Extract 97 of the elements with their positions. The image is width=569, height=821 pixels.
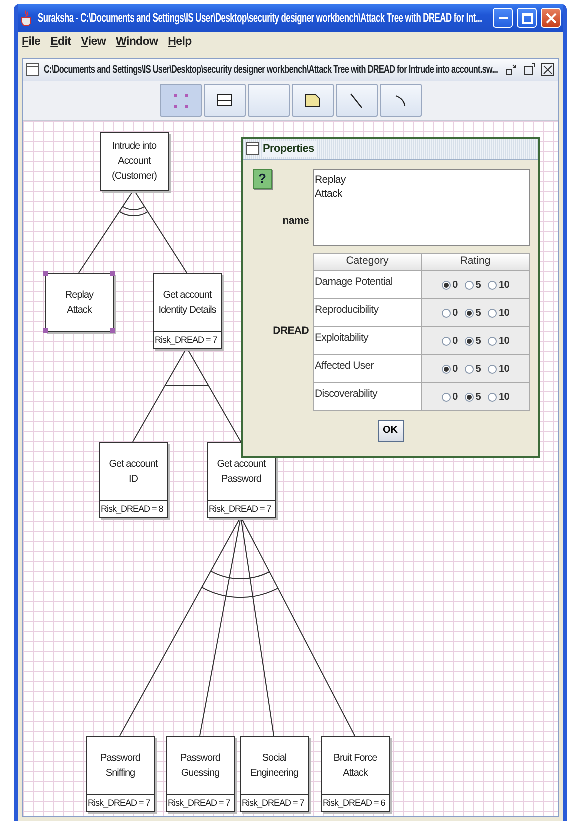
radio-button[interactable] — [464, 281, 474, 290]
menu-item[interactable]: View — [81, 34, 106, 52]
selection-handle[interactable] — [43, 328, 48, 333]
tree-node[interactable]: Password Guessing Risk_DREAD = 7 — [166, 736, 235, 812]
radio-button[interactable] — [488, 309, 497, 318]
table-cell: Exploitability — [314, 326, 422, 354]
tree-node[interactable]: Social Engineering Risk_DREAD = 7 — [240, 736, 309, 812]
menu-item[interactable]: Help — [168, 34, 192, 52]
field-label: DREAD — [272, 324, 309, 339]
maximize-icon — [522, 12, 532, 24]
radio-button[interactable] — [442, 393, 451, 402]
node-label: Password Sniffing — [100, 752, 142, 780]
radio-button[interactable] — [488, 365, 497, 374]
line-icon — [350, 92, 363, 108]
java-cup-icon — [20, 10, 34, 26]
tree-node[interactable]: Replay Attack — [45, 273, 114, 332]
note-icon — [304, 94, 320, 108]
node-label: Password Guessing — [180, 752, 222, 780]
help-button[interactable]: ? — [253, 169, 272, 189]
tree-node[interactable]: Get account Identity Details Risk_DREAD = 7 — [153, 273, 222, 349]
radio-label: 10 — [499, 363, 510, 378]
field-label: name — [282, 214, 309, 229]
radio-label: 10 — [499, 307, 510, 322]
tree-node[interactable]: Bruit Force Attack Risk_DREAD = 6 — [321, 736, 390, 812]
select-handles-icon — [174, 94, 188, 108]
window-title: Suraksha - C:\Documents and Settings\IS User\Desktop\security designer workbench\Attack Tree with DREAD for Int... — [38, 10, 482, 27]
risk-label: Risk_DREAD = 7 — [241, 794, 308, 811]
radio-button[interactable] — [442, 337, 451, 346]
close-icon — [546, 12, 556, 24]
node-label: Get account ID — [108, 458, 160, 486]
ok-button[interactable]: OK — [378, 420, 404, 442]
maximize-button[interactable] — [523, 63, 537, 77]
selection-handle[interactable] — [43, 271, 48, 276]
menu-item[interactable]: File — [22, 34, 41, 52]
tree-node[interactable]: Password Sniffing Risk_DREAD = 7 — [86, 736, 155, 812]
document-title: C:\Documents and Settings\IS User\Desktop\security designer workbench\Attack Tree with DREAD for Intrude into account.sw... — [44, 62, 498, 78]
menu-item[interactable]: Window — [116, 34, 158, 52]
risk-label: Risk_DREAD = 6 — [322, 794, 389, 811]
selection-handle[interactable] — [110, 271, 115, 276]
radio-button[interactable] — [464, 393, 474, 402]
radio-button[interactable] — [488, 281, 497, 290]
radio-label: 10 — [499, 335, 510, 350]
column-header: Rating — [422, 254, 530, 270]
radio-button[interactable] — [464, 365, 474, 374]
radio-label: 5 — [476, 335, 481, 350]
table-cell: Damage Potential — [314, 270, 422, 298]
node-label: Get account Identity Details — [158, 288, 218, 318]
risk-label: Risk_DREAD = 7 — [154, 331, 221, 348]
risk-label: Risk_DREAD = 7 — [208, 500, 275, 517]
radio-label: 0 — [452, 307, 458, 322]
dialog-title: Properties — [263, 140, 318, 158]
close-icon — [541, 63, 555, 77]
risk-label: Risk_DREAD = 7 — [167, 794, 234, 811]
risk-label: Risk_DREAD = 8 — [100, 500, 167, 517]
radio-label: 0 — [452, 363, 458, 378]
restore-icon — [505, 63, 519, 77]
radio-label: 5 — [476, 363, 481, 378]
radio-button[interactable] — [488, 393, 497, 402]
radio-label: 10 — [499, 391, 510, 406]
menu-item[interactable]: Edit — [50, 34, 72, 52]
minimize-icon — [498, 17, 508, 19]
risk-label: Risk_DREAD = 7 — [87, 794, 154, 811]
tool-button[interactable] — [204, 84, 246, 117]
restore-button[interactable] — [505, 63, 519, 77]
table-cell: Discoverability — [314, 382, 422, 410]
radio-button[interactable] — [442, 365, 451, 374]
node-label: Bruit Force Attack — [332, 752, 378, 780]
node-label: Get account Password — [216, 458, 268, 486]
radio-label: 0 — [452, 391, 458, 406]
node-box-icon — [216, 94, 232, 107]
radio-label: 5 — [476, 307, 481, 322]
arc-icon — [395, 94, 406, 106]
tree-node[interactable]: Get account ID Risk_DREAD = 8 — [99, 442, 168, 518]
maximize-icon — [523, 63, 537, 77]
radio-label: 10 — [499, 279, 510, 294]
selection-handle[interactable] — [110, 328, 115, 333]
table-cell: Affected User — [314, 354, 422, 382]
radio-button[interactable] — [464, 337, 474, 346]
window-icon — [26, 63, 40, 77]
radio-label: 5 — [476, 391, 481, 406]
radio-button[interactable] — [464, 309, 474, 318]
window-icon — [246, 142, 260, 156]
tree-node[interactable]: Intrude into Account (Customer) — [100, 132, 169, 191]
radio-button[interactable] — [442, 281, 451, 290]
radio-button[interactable] — [488, 337, 497, 346]
node-label: Social Engineering — [250, 752, 300, 780]
column-header: Category — [314, 254, 422, 270]
table-cell: Reproducibility — [314, 298, 422, 326]
radio-label: 0 — [452, 279, 458, 294]
name-field[interactable]: Replay Attack — [313, 169, 530, 246]
radio-label: 5 — [476, 279, 481, 294]
or-gate-arc — [119, 206, 148, 216]
radio-label: 0 — [452, 335, 458, 350]
close-button[interactable] — [541, 63, 555, 77]
minimize-button[interactable] — [493, 8, 513, 28]
radio-button[interactable] — [442, 309, 451, 318]
tool-button[interactable] — [292, 84, 334, 117]
